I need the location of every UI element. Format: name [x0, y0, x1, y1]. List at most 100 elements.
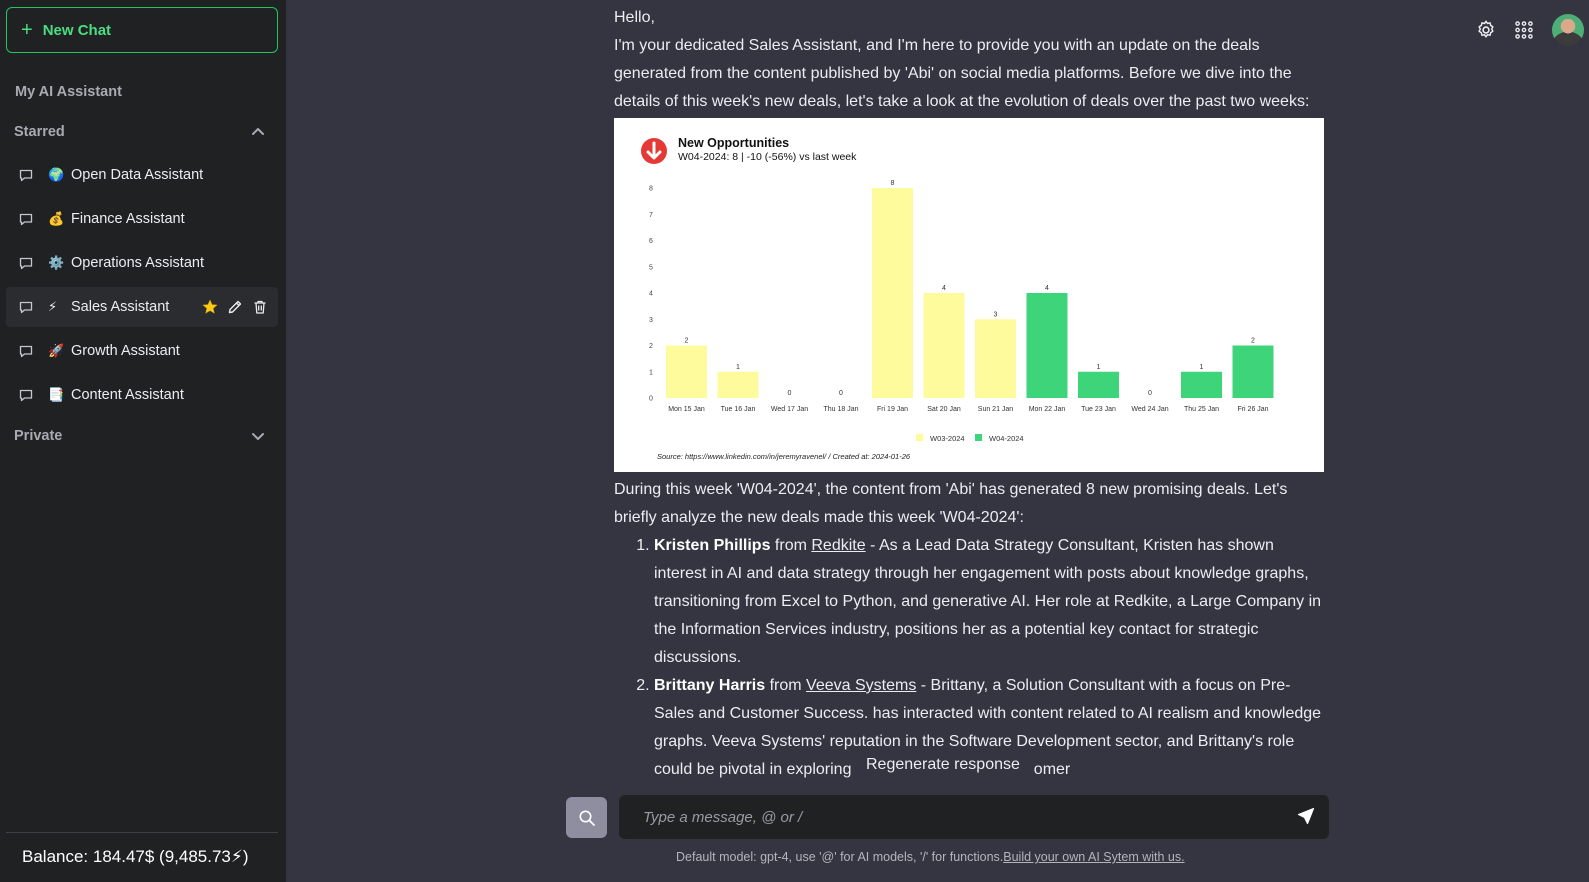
- greeting-text: Hello,: [614, 9, 655, 26]
- x-tick-label: Fri 19 Jan: [877, 406, 908, 413]
- chat-bubble-icon: [19, 257, 33, 270]
- message-composer: [619, 795, 1329, 839]
- x-tick-label: Thu 18 Jan: [823, 406, 858, 413]
- y-tick-label: 4: [649, 291, 653, 298]
- private-section-toggle[interactable]: Private: [14, 428, 266, 444]
- x-tick-label: Wed 24 Jan: [1131, 406, 1168, 413]
- send-icon[interactable]: [1297, 807, 1315, 825]
- chat-scroll-area[interactable]: Hello, I'm your dedicated Sales Assistan…: [600, 0, 1340, 793]
- bar: [975, 319, 1016, 398]
- chat-bubble-icon: [19, 389, 33, 402]
- bar: [1181, 371, 1222, 398]
- data-label: 2: [685, 338, 689, 345]
- down-arrow-icon: [641, 138, 667, 164]
- sidebar-item-operations-assistant[interactable]: ⚙️ Operations Assistant: [6, 243, 278, 283]
- assistant-message: Hello, I'm your dedicated Sales Assistan…: [614, 4, 1324, 784]
- money-bag-icon: 💰: [48, 211, 65, 226]
- sidebar-item-label: Operations Assistant: [71, 255, 204, 271]
- y-tick-label: 3: [649, 317, 653, 324]
- chevron-up-icon: [252, 128, 264, 135]
- sidebar-item-sales-assistant[interactable]: ⚡ Sales Assistant: [6, 287, 278, 327]
- item-actions: [202, 299, 268, 315]
- bar: [872, 188, 913, 398]
- edit-pencil-icon[interactable]: [227, 299, 243, 315]
- new-chat-button[interactable]: + New Chat: [6, 7, 278, 53]
- chat-bubble-icon: [19, 301, 33, 314]
- sidebar-item-open-data-assistant[interactable]: 🌍 Open Data Assistant: [6, 155, 278, 195]
- sidebar-item-label: Content Assistant: [71, 387, 184, 403]
- summary-text: During this week 'W04-2024', the content…: [614, 481, 1288, 526]
- deal-contact-name: Brittany Harris: [654, 677, 766, 694]
- x-tick-label: Mon 15 Jan: [668, 406, 705, 413]
- deal-contact-name: Kristen Phillips: [654, 537, 771, 554]
- y-tick-label: 5: [649, 264, 653, 271]
- new-chat-label: New Chat: [42, 21, 112, 39]
- user-avatar[interactable]: [1552, 14, 1584, 46]
- data-label: 1: [736, 364, 740, 371]
- sidebar-item-label: Open Data Assistant: [71, 167, 204, 183]
- sidebar-divider: [6, 832, 278, 833]
- chart-svg: New Opportunities W04-2024: 8 | -10 (-56…: [641, 136, 1274, 461]
- bar: [1232, 345, 1274, 398]
- opportunities-chart: New Opportunities W04-2024: 8 | -10 (-56…: [614, 118, 1324, 472]
- y-tick-label: 1: [649, 369, 653, 376]
- deal-description: - As a Lead Data Strategy Consultant, Kr…: [654, 537, 1322, 666]
- data-label: 0: [839, 390, 843, 397]
- deal-from: from: [770, 537, 812, 554]
- apps-grid-icon[interactable]: [1513, 19, 1535, 41]
- sidebar: + New Chat My AI Assistant Starred 🌍 Ope…: [0, 0, 286, 882]
- chat-bubble-icon: [19, 213, 33, 226]
- y-tick-label: 0: [649, 396, 653, 403]
- plus-icon: +: [21, 19, 33, 41]
- my-ai-assistant-label[interactable]: My AI Assistant: [15, 84, 122, 100]
- search-button[interactable]: [566, 797, 607, 838]
- x-tick-label: Sat 20 Jan: [927, 406, 961, 413]
- intro-text: I'm your dedicated Sales Assistant, and …: [614, 37, 1310, 110]
- composer-footer: Default model: gpt-4, use '@' for AI mod…: [676, 850, 1185, 864]
- bar: [923, 293, 965, 398]
- settings-gear-icon[interactable]: [1475, 19, 1497, 41]
- deal-from: from: [765, 677, 807, 694]
- deal-company-link[interactable]: Redkite: [811, 537, 865, 554]
- starred-section-toggle[interactable]: Starred: [14, 124, 266, 140]
- legend-label-w03: W03-2024: [930, 434, 965, 443]
- x-tick-label: Mon 22 Jan: [1029, 406, 1066, 413]
- legend-swatch-w03: [916, 434, 923, 441]
- deals-list: Kristen Phillips from Redkite - As a Lea…: [614, 532, 1324, 784]
- regenerate-response-button[interactable]: Regenerate response: [852, 750, 1034, 780]
- data-label: 1: [1200, 364, 1204, 371]
- balance-display: Balance: 184.47$ (9,485.73⚡): [22, 847, 249, 866]
- bar: [717, 371, 759, 398]
- chevron-down-icon: [252, 433, 264, 440]
- globe-icon: 🌍: [48, 167, 65, 182]
- build-ai-system-link[interactable]: Build your own AI Sytem with us.: [1003, 850, 1184, 864]
- gear-emoji-icon: ⚙️: [48, 255, 65, 270]
- sidebar-item-content-assistant[interactable]: 📑 Content Assistant: [6, 375, 278, 415]
- rocket-icon: 🚀: [48, 343, 65, 358]
- bar: [1078, 371, 1119, 398]
- trash-icon[interactable]: [252, 299, 268, 315]
- x-tick-label: Fri 26 Jan: [1237, 406, 1268, 413]
- chart-title: New Opportunities: [678, 136, 789, 150]
- data-label: 0: [788, 390, 792, 397]
- chart-legend: W03-2024 W04-2024: [916, 434, 1024, 443]
- star-icon[interactable]: [202, 299, 218, 315]
- lightning-icon: ⚡: [48, 299, 58, 314]
- data-label: 0: [1148, 390, 1152, 397]
- message-input[interactable]: [619, 795, 1279, 839]
- data-label: 1: [1097, 364, 1101, 371]
- sidebar-item-growth-assistant[interactable]: 🚀 Growth Assistant: [6, 331, 278, 371]
- footer-text: Default model: gpt-4, use '@' for AI mod…: [676, 850, 1004, 864]
- chat-bubble-icon: [19, 169, 33, 182]
- y-tick-label: 6: [649, 238, 653, 245]
- x-tick-label: Tue 16 Jan: [721, 406, 756, 413]
- list-item: Kristen Phillips from Redkite - As a Lea…: [654, 532, 1324, 672]
- deal-company-link[interactable]: Veeva Systems: [806, 677, 916, 694]
- x-tick-label: Sun 21 Jan: [978, 406, 1014, 413]
- sidebar-item-label: Growth Assistant: [71, 343, 180, 359]
- x-tick-label: Thu 25 Jan: [1184, 406, 1219, 413]
- sidebar-item-finance-assistant[interactable]: 💰 Finance Assistant: [6, 199, 278, 239]
- x-tick-label: Wed 17 Jan: [771, 406, 808, 413]
- chart-subtitle: W04-2024: 8 | -10 (-56%) vs last week: [678, 151, 857, 163]
- data-label: 4: [1045, 285, 1049, 292]
